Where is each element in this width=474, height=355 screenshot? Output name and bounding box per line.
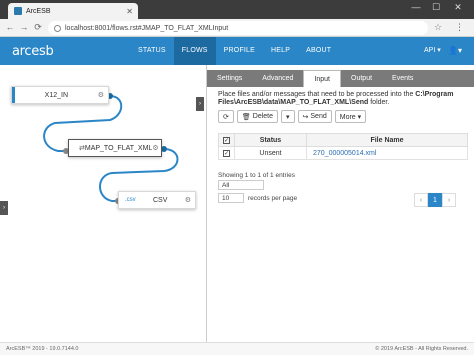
arcesb-logo[interactable]: arcesb — [12, 44, 54, 59]
close-tab-icon[interactable]: ✕ — [126, 7, 133, 16]
user-menu-icon[interactable]: 👤▾ — [448, 37, 462, 65]
browser-menu-icon[interactable]: ⋮ — [455, 22, 464, 33]
flow-node-x12-in[interactable]: X12_IN ⚙ — [11, 86, 109, 104]
minimize-icon[interactable]: — — [408, 2, 424, 12]
input-description: Place files and/or messages that need to… — [218, 91, 454, 106]
checkbox-icon: ✓ — [223, 136, 230, 144]
maximize-icon[interactable]: ☐ — [428, 2, 444, 13]
panel-tabs: Settings Advanced Input Output Events — [207, 70, 474, 87]
filename-column-header[interactable]: File Name — [306, 133, 468, 147]
next-page-button[interactable]: › — [442, 193, 456, 207]
version-text: ArcESB™ 2019 - 19.0.7144.0 — [6, 346, 79, 352]
refresh-icon: ⟳ — [223, 113, 229, 121]
reload-icon[interactable]: ⟳ — [32, 22, 44, 33]
menu-flows[interactable]: FLOWS — [173, 37, 216, 65]
back-icon[interactable]: ← — [4, 22, 16, 32]
select-all-checkbox[interactable]: ✓ — [218, 133, 235, 147]
app-header: arcesb STATUS FLOWS PROFILE HELP ABOUT A… — [0, 37, 474, 65]
tab-input[interactable]: Input — [303, 70, 342, 87]
flow-node-csv[interactable]: .csv CSV ⚙ — [118, 191, 196, 209]
csv-icon: .csv — [125, 197, 136, 203]
table-row[interactable]: ✓ Unsent 270_000005014.xml — [218, 146, 468, 160]
files-table: ✓ Status File Name ✓ Unsent 270_00000501… — [218, 133, 468, 160]
entries-info: Showing 1 to 1 of 1 entries — [218, 172, 295, 179]
status-column-header[interactable]: Status — [234, 133, 307, 147]
tab-events[interactable]: Events — [382, 70, 423, 87]
flow-node-map-to-flat-xml[interactable]: ⇄ MAP_TO_FLAT_XML ⚙ — [68, 139, 162, 157]
per-page-label: records per page — [248, 194, 298, 202]
node-label: CSV — [152, 196, 168, 204]
address-bar: ← → ⟳ localhost:8001/flows.rst#JMAP_TO_F… — [0, 19, 474, 37]
collapse-panel-icon[interactable]: › — [196, 97, 204, 111]
main-menu: STATUS FLOWS PROFILE HELP ABOUT — [130, 37, 339, 65]
refresh-button[interactable]: ⟳ — [218, 110, 234, 123]
share-icon: ↪ — [302, 113, 309, 121]
table-header-row: ✓ Status File Name — [218, 133, 468, 147]
browser-tab-title: ArcESB — [26, 7, 51, 15]
row-file-link[interactable]: 270_000005014.xml — [306, 146, 468, 160]
url-text: localhost:8001/flows.rst#JMAP_TO_FLAT_XM… — [65, 24, 229, 32]
gear-icon[interactable]: ⚙ — [152, 144, 158, 152]
forward-icon[interactable]: → — [18, 22, 30, 32]
tab-advanced[interactable]: Advanced — [252, 70, 303, 87]
pagination: ‹ 1 › — [414, 193, 456, 207]
send-button[interactable]: ↪ Send — [297, 110, 332, 123]
node-label: MAP_TO_FLAT_XML — [84, 144, 153, 152]
delete-button[interactable]: 🗑 Delete — [236, 110, 278, 123]
browser-tab[interactable]: ArcESB ✕ — [8, 3, 138, 19]
prev-page-button[interactable]: ‹ — [414, 193, 428, 207]
site-info-icon[interactable] — [54, 24, 61, 32]
input-toolbar: ⟳ 🗑 Delete ▾ ↪ Send More ▾ — [218, 110, 367, 123]
gear-icon[interactable]: ⚙ — [185, 196, 191, 204]
arcesb-favicon-icon — [14, 7, 22, 15]
more-button[interactable]: More ▾ — [334, 110, 367, 123]
menu-status[interactable]: STATUS — [130, 37, 174, 65]
app-footer: ArcESB™ 2019 - 19.0.7144.0 © 2019 ArcESB… — [0, 342, 474, 355]
flow-canvas[interactable]: X12_IN ⚙ ⇄ MAP_TO_FLAT_XML ⚙ .csv CSV ⚙ … — [0, 65, 205, 342]
copyright-text: © 2019 ArcESB - All Rights Reserved. — [375, 346, 468, 352]
per-page-control: 10 records per page — [218, 193, 297, 203]
connector-panel: Settings Advanced Input Output Events Pl… — [206, 65, 474, 342]
left-panel-toggle-icon[interactable]: › — [0, 201, 8, 215]
bookmark-star-icon[interactable]: ☆ — [434, 22, 442, 33]
api-menu[interactable]: API ▾ — [424, 37, 441, 65]
page-1-button[interactable]: 1 — [428, 193, 442, 207]
filter-select[interactable]: All — [218, 180, 264, 190]
menu-about[interactable]: ABOUT — [298, 37, 339, 65]
tab-output[interactable]: Output — [341, 70, 382, 87]
close-window-icon[interactable]: ✕ — [450, 2, 466, 13]
url-input[interactable]: localhost:8001/flows.rst#JMAP_TO_FLAT_XM… — [48, 21, 428, 35]
delete-dropdown-button[interactable]: ▾ — [281, 110, 295, 123]
row-checkbox[interactable]: ✓ — [218, 146, 235, 160]
per-page-select[interactable]: 10 — [218, 193, 244, 203]
menu-help[interactable]: HELP — [263, 37, 298, 65]
trash-icon: 🗑 — [241, 113, 251, 121]
node-label: X12_IN — [44, 91, 69, 99]
row-status: Unsent — [234, 146, 307, 160]
browser-titlebar: ArcESB ✕ — ☐ ✕ — [0, 0, 474, 19]
menu-profile[interactable]: PROFILE — [216, 37, 263, 65]
tab-settings[interactable]: Settings — [207, 70, 252, 87]
gear-icon[interactable]: ⚙ — [98, 91, 104, 99]
